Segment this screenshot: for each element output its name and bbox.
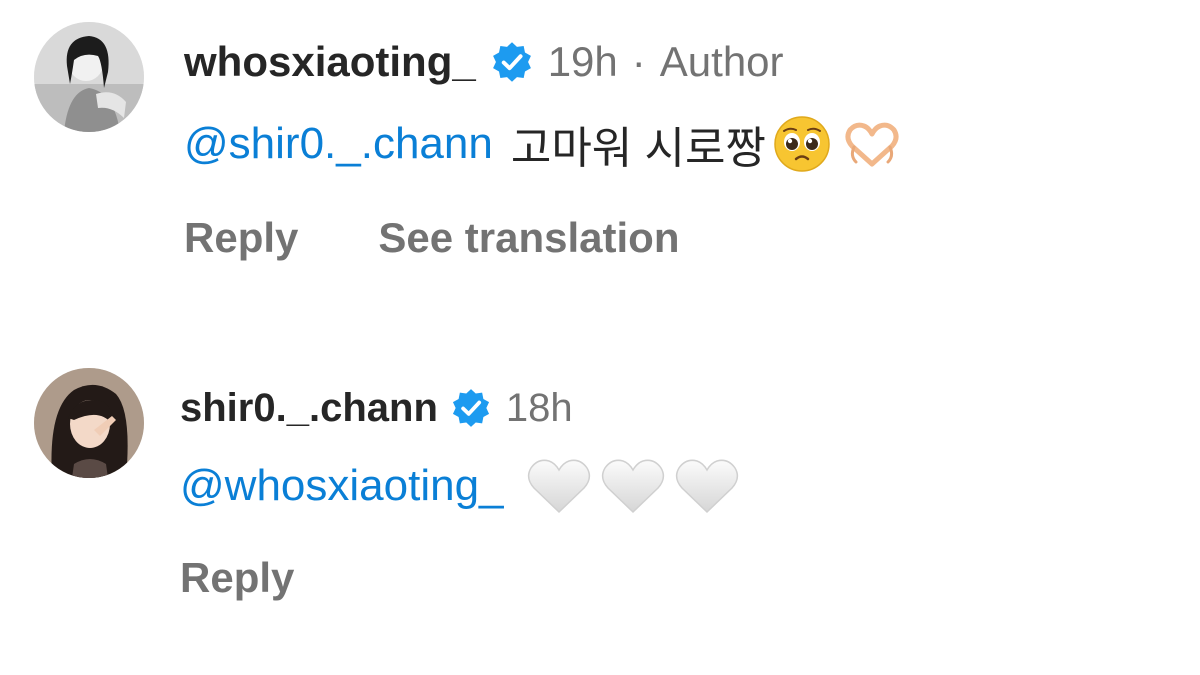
heart-hands-emoji-icon	[842, 116, 902, 172]
see-translation-button[interactable]: See translation	[378, 214, 679, 262]
comment-text: 고마워 시로짱	[510, 124, 766, 173]
reply-button[interactable]: Reply	[184, 214, 298, 262]
avatar[interactable]	[34, 368, 144, 478]
author-label: Author	[659, 38, 784, 85]
timestamp: 18h	[505, 385, 573, 430]
avatar[interactable]	[34, 22, 144, 132]
reply-button[interactable]: Reply	[180, 554, 294, 602]
username[interactable]: shir0._.chann	[180, 386, 438, 431]
comment-actions: Reply See translation	[184, 210, 679, 266]
comment-body: @shir0._.chann 고마워 시로짱	[184, 112, 902, 176]
comment-body: @whosxiaoting_	[180, 454, 740, 518]
timestamp: 19h	[547, 38, 618, 85]
comment-actions: Reply	[180, 550, 294, 606]
white-heart-emoji-icon	[600, 456, 666, 516]
white-heart-emoji-icon	[526, 456, 592, 516]
mention-link[interactable]: @whosxiaoting_	[180, 461, 504, 511]
pleading-face-emoji-icon	[772, 114, 832, 174]
white-heart-emoji-icon	[674, 456, 740, 516]
separator: ·	[631, 38, 646, 85]
username[interactable]: whosxiaoting_	[184, 38, 476, 86]
mention-link[interactable]: @shir0._.chann	[184, 119, 493, 169]
comment-header: whosxiaoting_ 19h · Author	[184, 34, 784, 90]
verified-badge-icon	[490, 40, 534, 84]
verified-badge-icon	[450, 387, 492, 429]
comment-header: shir0._.chann 18h	[180, 380, 573, 436]
